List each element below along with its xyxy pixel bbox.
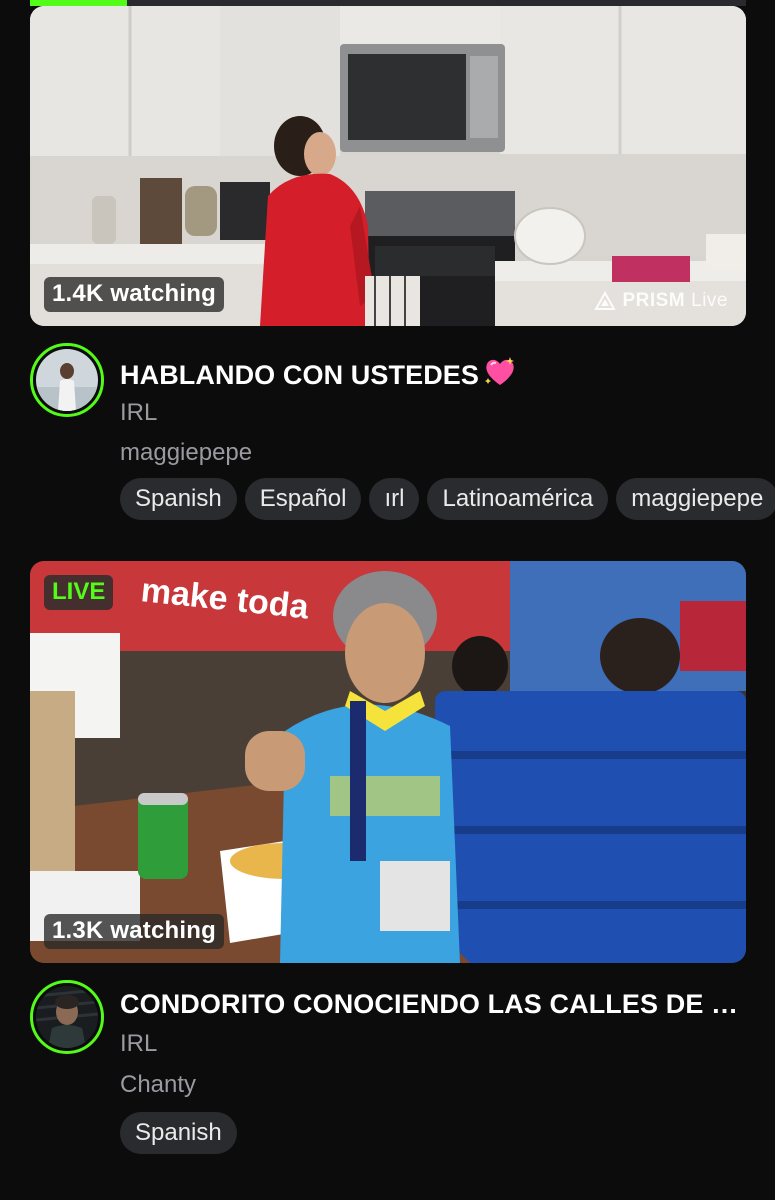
- restaurant-scene-image: make toda: [30, 561, 746, 963]
- stream-card[interactable]: make toda LIVE 1.3K watching CONDORITO C…: [30, 561, 746, 1193]
- tag-list: Spanish Español ırl Latinoamérica maggie…: [120, 478, 775, 520]
- stream-category[interactable]: IRL: [120, 399, 157, 427]
- tag-chip[interactable]: ırl: [369, 478, 420, 520]
- streamer-name[interactable]: Chanty: [120, 1071, 196, 1099]
- stream-title[interactable]: HABLANDO CON USTEDES: [120, 356, 746, 391]
- watermark-suffix: Live: [691, 290, 728, 311]
- tag-chip[interactable]: Spanish: [120, 478, 237, 520]
- avatar-image: [36, 986, 98, 1048]
- stream-title-text: HABLANDO CON USTEDES: [120, 360, 480, 390]
- stream-title[interactable]: CONDORITO CONOCIENDO LAS CALLES DE LA CI…: [120, 989, 746, 1020]
- viewer-count-badge: 1.4K watching: [44, 277, 224, 312]
- stream-category[interactable]: IRL: [120, 1030, 157, 1058]
- prism-live-watermark: PRISM Live: [594, 290, 728, 312]
- prism-logo-icon: [594, 291, 617, 310]
- stream-card[interactable]: 1.4K watching PRISM Live HABLANDO CON US…: [30, 6, 775, 536]
- stream-thumbnail[interactable]: make toda LIVE 1.3K watching: [30, 561, 746, 963]
- streamer-name[interactable]: maggiepepe: [120, 439, 252, 467]
- streamer-avatar[interactable]: [30, 980, 104, 1054]
- avatar-image: [36, 349, 98, 411]
- watermark-brand: PRISM: [622, 290, 686, 311]
- stream-thumbnail[interactable]: 1.4K watching PRISM Live: [30, 6, 746, 326]
- tag-chip[interactable]: maggiepepe: [616, 478, 775, 520]
- tag-chip[interactable]: Español: [244, 478, 362, 520]
- tag-chip[interactable]: Spanish: [120, 1112, 237, 1154]
- viewer-count-badge: 1.3K watching: [44, 914, 224, 949]
- tag-list: Spanish: [120, 1112, 775, 1154]
- sparkling-heart-icon: [485, 357, 515, 385]
- tag-chip[interactable]: Latinoamérica: [427, 478, 609, 520]
- live-badge: LIVE: [44, 575, 114, 610]
- streamer-avatar[interactable]: [30, 343, 104, 417]
